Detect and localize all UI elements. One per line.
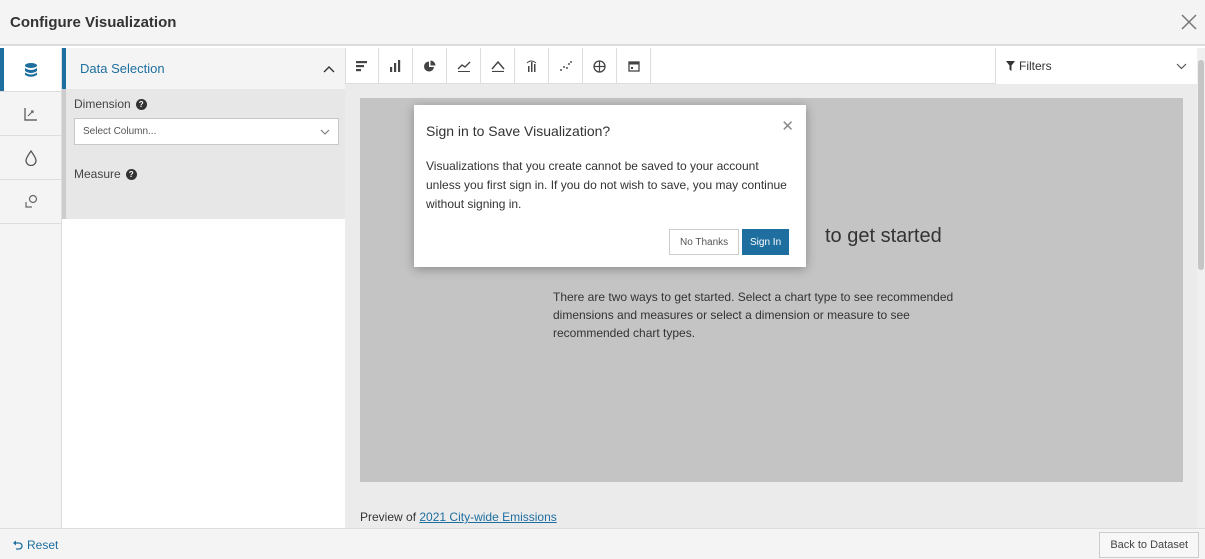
modal-body: Visualizations that you create cannot be… [426,159,787,211]
chart-type-toolbar: Filters [345,48,1197,84]
dimension-label: Dimension [74,97,131,111]
measure-label: Measure [74,167,121,181]
globe-icon [593,59,606,73]
chat-icon [24,194,37,208]
filter-icon [1006,61,1015,71]
drop-icon [24,149,37,166]
scatter-icon [559,61,572,71]
chart-type-line-button[interactable] [447,48,481,84]
chart-type-bar-button[interactable] [345,48,379,84]
sign-in-button[interactable]: Sign In [742,229,790,255]
chart-type-scatter-button[interactable] [549,48,583,84]
preview-prefix: Preview of [360,510,417,524]
close-icon[interactable] [1179,12,1199,32]
chevron-down-icon [1176,63,1187,69]
icon-rail [0,48,62,528]
footer-bar: Reset Back to Dataset [0,528,1205,559]
measure-field-label: Measure ? [74,167,337,181]
rail-color-button[interactable] [0,136,61,180]
undo-icon [13,540,23,550]
data-selection-header[interactable]: Data Selection [62,48,345,89]
rail-annotation-button[interactable] [0,180,61,224]
preview-caption: Preview of 2021 City-wide Emissions [360,510,557,524]
data-selection-label: Data Selection [80,61,165,76]
rail-data-button[interactable] [0,48,61,92]
side-panel: Data Selection Dimension ? Select Column… [62,48,345,528]
dimension-select[interactable]: Select Column... [74,118,339,145]
dialog-title: Configure Visualization [10,14,177,31]
help-icon[interactable]: ? [135,98,147,110]
get-started-text: There are two ways to get started. Selec… [553,290,954,340]
chart-type-column-button[interactable] [379,48,413,84]
title-bar: Configure Visualization [0,0,1205,46]
filters-label: Filters [1019,59,1052,73]
histogram-icon [526,60,536,72]
filters-dropdown[interactable]: Filters [995,48,1197,84]
chart-type-area-button[interactable] [481,48,515,84]
rail-axis-button[interactable] [0,92,61,136]
chart-type-map-button[interactable] [583,48,617,84]
area-icon [490,60,505,72]
chart-type-histogram-button[interactable] [515,48,549,84]
chart-type-calendar-button[interactable] [617,48,651,84]
get-started-heading: to get started [825,225,942,247]
dimension-select-value: Select Column... [83,126,157,137]
bar-horizontal-icon [356,61,367,72]
filters-label-group: Filters [1006,59,1052,73]
data-selection-body: Dimension ? Select Column... Measure ? [62,89,345,219]
chart-axis-icon [23,107,37,121]
modal-title: Sign in to Save Visualization? [426,123,611,139]
no-thanks-button[interactable]: No Thanks [669,229,740,255]
help-icon[interactable]: ? [125,168,137,180]
reset-label: Reset [27,538,59,552]
scrollbar[interactable] [1197,48,1205,528]
calendar-icon [627,61,640,72]
dimension-field-label: Dimension ? [74,97,337,111]
sign-in-modal: Sign in to Save Visualization? ✕ Visuali… [414,105,806,267]
back-to-dataset-button[interactable]: Back to Dataset [1099,532,1199,558]
line-icon [457,61,470,72]
database-icon [24,62,37,77]
column-icon [389,60,400,72]
scrollbar-thumb[interactable] [1198,60,1204,270]
reset-button[interactable]: Reset [12,538,58,552]
pie-icon [424,60,436,71]
chevron-up-icon[interactable] [323,65,335,73]
modal-close-icon[interactable]: ✕ [781,117,794,135]
chart-type-pie-button[interactable] [413,48,447,84]
chevron-down-icon [320,129,330,135]
dataset-link[interactable]: 2021 City-wide Emissions [419,510,556,524]
